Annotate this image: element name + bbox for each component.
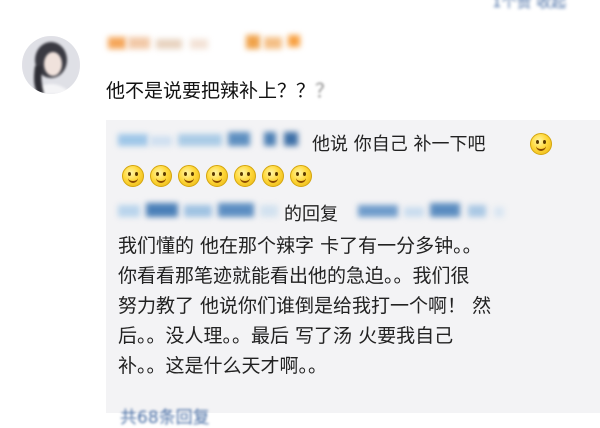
emoji-row xyxy=(122,165,318,188)
comment-text: 他不是说要把辣补上？？？ xyxy=(106,80,335,102)
reply-target-blurred[interactable] xyxy=(358,199,518,223)
smile-emoji-icon xyxy=(290,165,312,187)
username-blurred[interactable] xyxy=(108,33,308,55)
smile-emoji-icon xyxy=(262,165,284,187)
smile-emoji-icon xyxy=(178,165,200,187)
reply-label: 的回复 xyxy=(284,204,338,225)
avatar[interactable] xyxy=(22,36,80,94)
replies-link[interactable]: 1个赞 收起 xyxy=(492,0,566,12)
reply-text: 他说 你自己 补一下吧 xyxy=(312,134,486,155)
smile-emoji-icon xyxy=(122,165,144,187)
avatar-image xyxy=(22,36,80,94)
more-replies-link[interactable]: 共68条回复 xyxy=(120,403,210,428)
reply-body: 我们懂的 他在那个辣字 卡了有一分多钟。。 你看看那笔迹就能看出他的急迫。。我们… xyxy=(118,235,492,377)
smile-emoji-icon xyxy=(206,165,228,187)
smile-emoji-icon xyxy=(150,165,172,187)
smile-emoji-icon xyxy=(234,165,256,187)
reply-username-blurred[interactable] xyxy=(118,199,284,223)
reply-username-blurred[interactable] xyxy=(118,128,313,152)
smile-emoji-icon xyxy=(530,133,552,155)
